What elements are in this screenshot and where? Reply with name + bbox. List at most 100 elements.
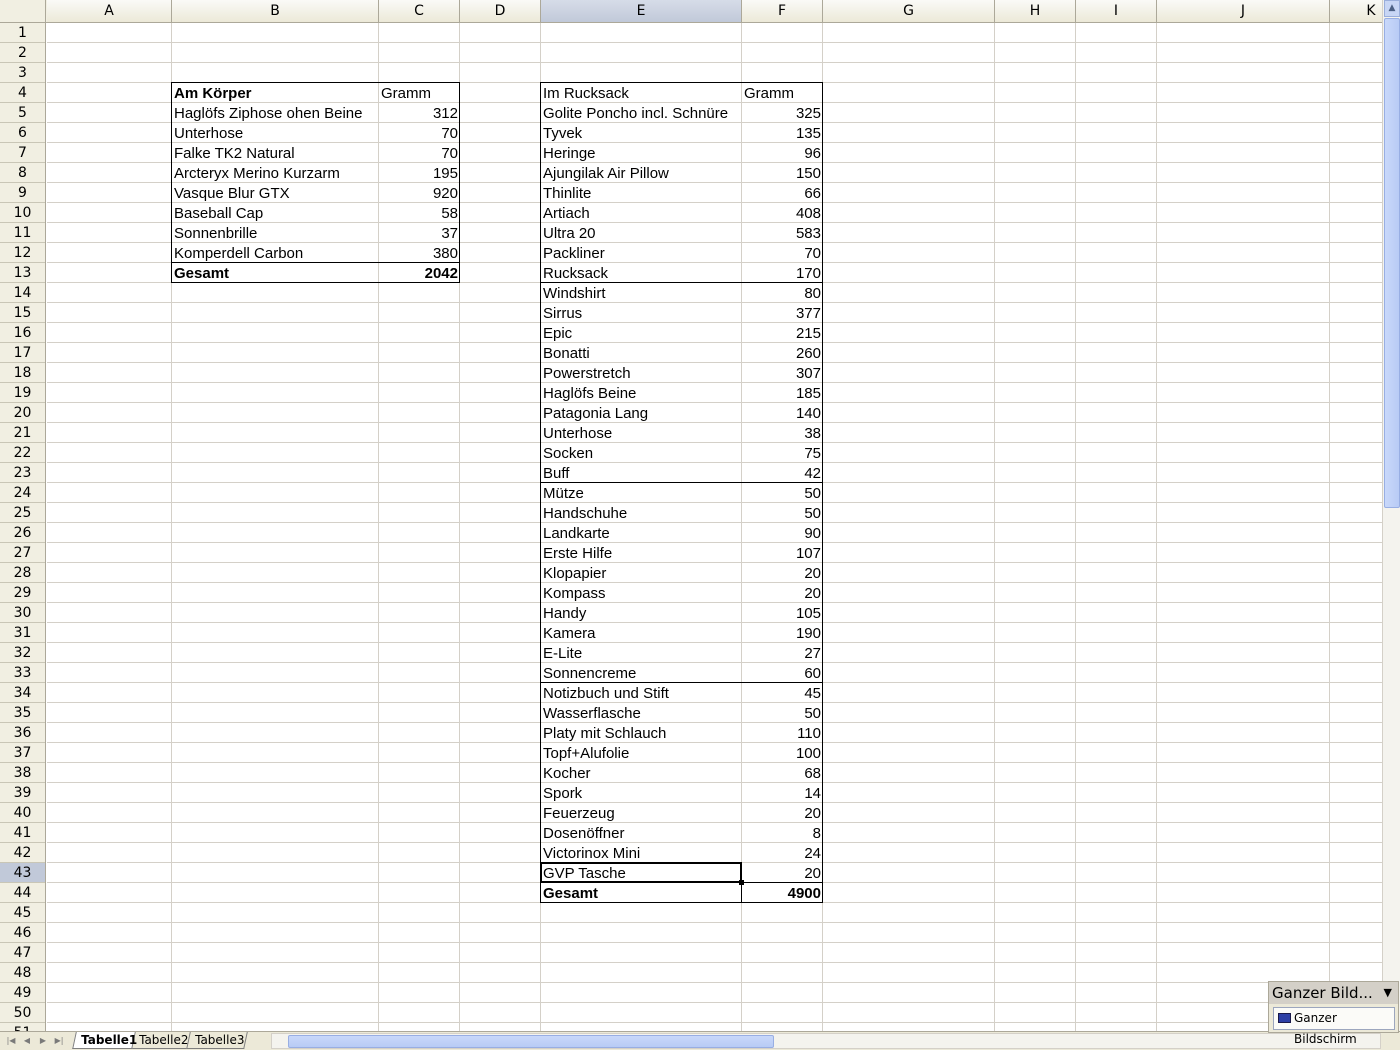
row-header-3[interactable]: 3 [0, 63, 45, 83]
pack-item-name[interactable]: Tyvek [541, 123, 742, 143]
close-fullscreen-button[interactable]: Ganzer Bildschirm [1273, 1007, 1395, 1046]
pack-item-name[interactable]: Kompass [541, 583, 742, 603]
column-header-c[interactable]: C [379, 0, 460, 22]
row-header-35[interactable]: 35 [0, 703, 45, 723]
pack-item-name[interactable]: Powerstretch [541, 363, 742, 383]
pack-item-grams[interactable]: 66 [742, 183, 823, 203]
pack-item-name[interactable]: Kamera [541, 623, 742, 643]
row-header-21[interactable]: 21 [0, 423, 45, 443]
row-header-20[interactable]: 20 [0, 403, 45, 423]
row-header-22[interactable]: 22 [0, 443, 45, 463]
pack-item-name[interactable]: Handschuhe [541, 503, 742, 523]
column-header-i[interactable]: I [1076, 0, 1157, 22]
pack-item-grams[interactable]: 90 [742, 523, 823, 543]
pack-item-grams[interactable]: 107 [742, 543, 823, 563]
row-header-30[interactable]: 30 [0, 603, 45, 623]
column-header-a[interactable]: A [47, 0, 172, 22]
row-header-25[interactable]: 25 [0, 503, 45, 523]
row-header-11[interactable]: 11 [0, 223, 45, 243]
row-header-29[interactable]: 29 [0, 583, 45, 603]
row-header-39[interactable]: 39 [0, 783, 45, 803]
body-item-name[interactable]: Baseball Cap [172, 203, 379, 223]
row-header-17[interactable]: 17 [0, 343, 45, 363]
pack-item-name[interactable]: Handy [541, 603, 742, 623]
row-header-13[interactable]: 13 [0, 263, 45, 283]
row-header-7[interactable]: 7 [0, 143, 45, 163]
pack-item-grams[interactable]: 42 [742, 463, 823, 483]
pack-item-name[interactable]: Dosenöffner [541, 823, 742, 843]
select-all-corner[interactable] [0, 0, 46, 22]
row-header-15[interactable]: 15 [0, 303, 45, 323]
horizontal-scroll-thumb[interactable] [288, 1035, 774, 1048]
body-total-label[interactable]: Gesamt [172, 263, 379, 283]
body-item-grams[interactable]: 195 [379, 163, 460, 183]
pack-table-header[interactable]: Im Rucksack [541, 83, 742, 103]
body-item-grams[interactable]: 380 [379, 243, 460, 263]
toolbar-dropdown-icon[interactable]: ▼ [1384, 986, 1392, 999]
pack-item-grams[interactable]: 50 [742, 503, 823, 523]
body-item-grams[interactable]: 70 [379, 143, 460, 163]
pack-item-name[interactable]: Ajungilak Air Pillow [541, 163, 742, 183]
pack-item-grams[interactable]: 20 [742, 583, 823, 603]
body-item-name[interactable]: Komperdell Carbon [172, 243, 379, 263]
pack-item-name[interactable]: Mütze [541, 483, 742, 503]
pack-item-grams[interactable]: 24 [742, 843, 823, 863]
pack-item-grams[interactable]: 110 [742, 723, 823, 743]
pack-item-grams[interactable]: 135 [742, 123, 823, 143]
pack-item-name[interactable]: Feuerzeug [541, 803, 742, 823]
pack-item-grams[interactable]: 377 [742, 303, 823, 323]
first-sheet-icon[interactable]: |◀ [4, 1034, 18, 1047]
row-header-10[interactable]: 10 [0, 203, 45, 223]
row-header-19[interactable]: 19 [0, 383, 45, 403]
pack-item-grams[interactable]: 20 [742, 563, 823, 583]
prev-sheet-icon[interactable]: ◀ [20, 1034, 34, 1047]
pack-item-name[interactable]: Platy mit Schlauch [541, 723, 742, 743]
column-header-e[interactable]: E [541, 0, 742, 22]
row-header-34[interactable]: 34 [0, 683, 45, 703]
row-header-5[interactable]: 5 [0, 103, 45, 123]
active-cell-cursor[interactable] [540, 862, 742, 883]
body-item-name[interactable]: Sonnenbrille [172, 223, 379, 243]
body-item-name[interactable]: Falke TK2 Natural [172, 143, 379, 163]
pack-item-grams[interactable]: 50 [742, 483, 823, 503]
row-header-27[interactable]: 27 [0, 543, 45, 563]
row-header-50[interactable]: 50 [0, 1003, 45, 1023]
row-header-2[interactable]: 2 [0, 43, 45, 63]
pack-item-name[interactable]: Golite Poncho incl. Schnüre [541, 103, 742, 123]
worksheet-grid[interactable]: Am Körper Gramm Haglöfs Ziphose ohen Beine… [47, 23, 1382, 1031]
pack-item-grams[interactable]: 96 [742, 143, 823, 163]
row-header-23[interactable]: 23 [0, 463, 45, 483]
row-header-43[interactable]: 43 [0, 863, 45, 883]
pack-item-name[interactable]: Sonnencreme [541, 663, 742, 683]
row-header-31[interactable]: 31 [0, 623, 45, 643]
column-header-b[interactable]: B [172, 0, 379, 22]
pack-item-name[interactable]: Windshirt [541, 283, 742, 303]
body-item-name[interactable]: Arcteryx Merino Kurzarm [172, 163, 379, 183]
row-header-8[interactable]: 8 [0, 163, 45, 183]
pack-item-grams[interactable]: 583 [742, 223, 823, 243]
pack-item-name[interactable]: Spork [541, 783, 742, 803]
row-header-4[interactable]: 4 [0, 83, 45, 103]
pack-item-grams[interactable]: 70 [742, 243, 823, 263]
row-header-37[interactable]: 37 [0, 743, 45, 763]
body-item-name[interactable]: Vasque Blur GTX [172, 183, 379, 203]
pack-item-grams[interactable]: 190 [742, 623, 823, 643]
pack-item-grams[interactable]: 8 [742, 823, 823, 843]
row-header-40[interactable]: 40 [0, 803, 45, 823]
row-header-49[interactable]: 49 [0, 983, 45, 1003]
pack-item-grams[interactable]: 45 [742, 683, 823, 703]
fill-handle[interactable] [739, 880, 744, 885]
pack-item-name[interactable]: Landkarte [541, 523, 742, 543]
column-header-h[interactable]: H [995, 0, 1076, 22]
pack-item-name[interactable]: Topf+Alufolie [541, 743, 742, 763]
body-table-unit-header[interactable]: Gramm [379, 83, 460, 103]
row-header-14[interactable]: 14 [0, 283, 45, 303]
body-item-name[interactable]: Unterhose [172, 123, 379, 143]
body-item-grams[interactable]: 312 [379, 103, 460, 123]
pack-item-name[interactable]: Unterhose [541, 423, 742, 443]
row-header-44[interactable]: 44 [0, 883, 45, 903]
pack-item-grams[interactable]: 60 [742, 663, 823, 683]
column-header-f[interactable]: F [742, 0, 823, 22]
pack-item-name[interactable]: Erste Hilfe [541, 543, 742, 563]
pack-total-value[interactable]: 4900 [742, 883, 823, 903]
